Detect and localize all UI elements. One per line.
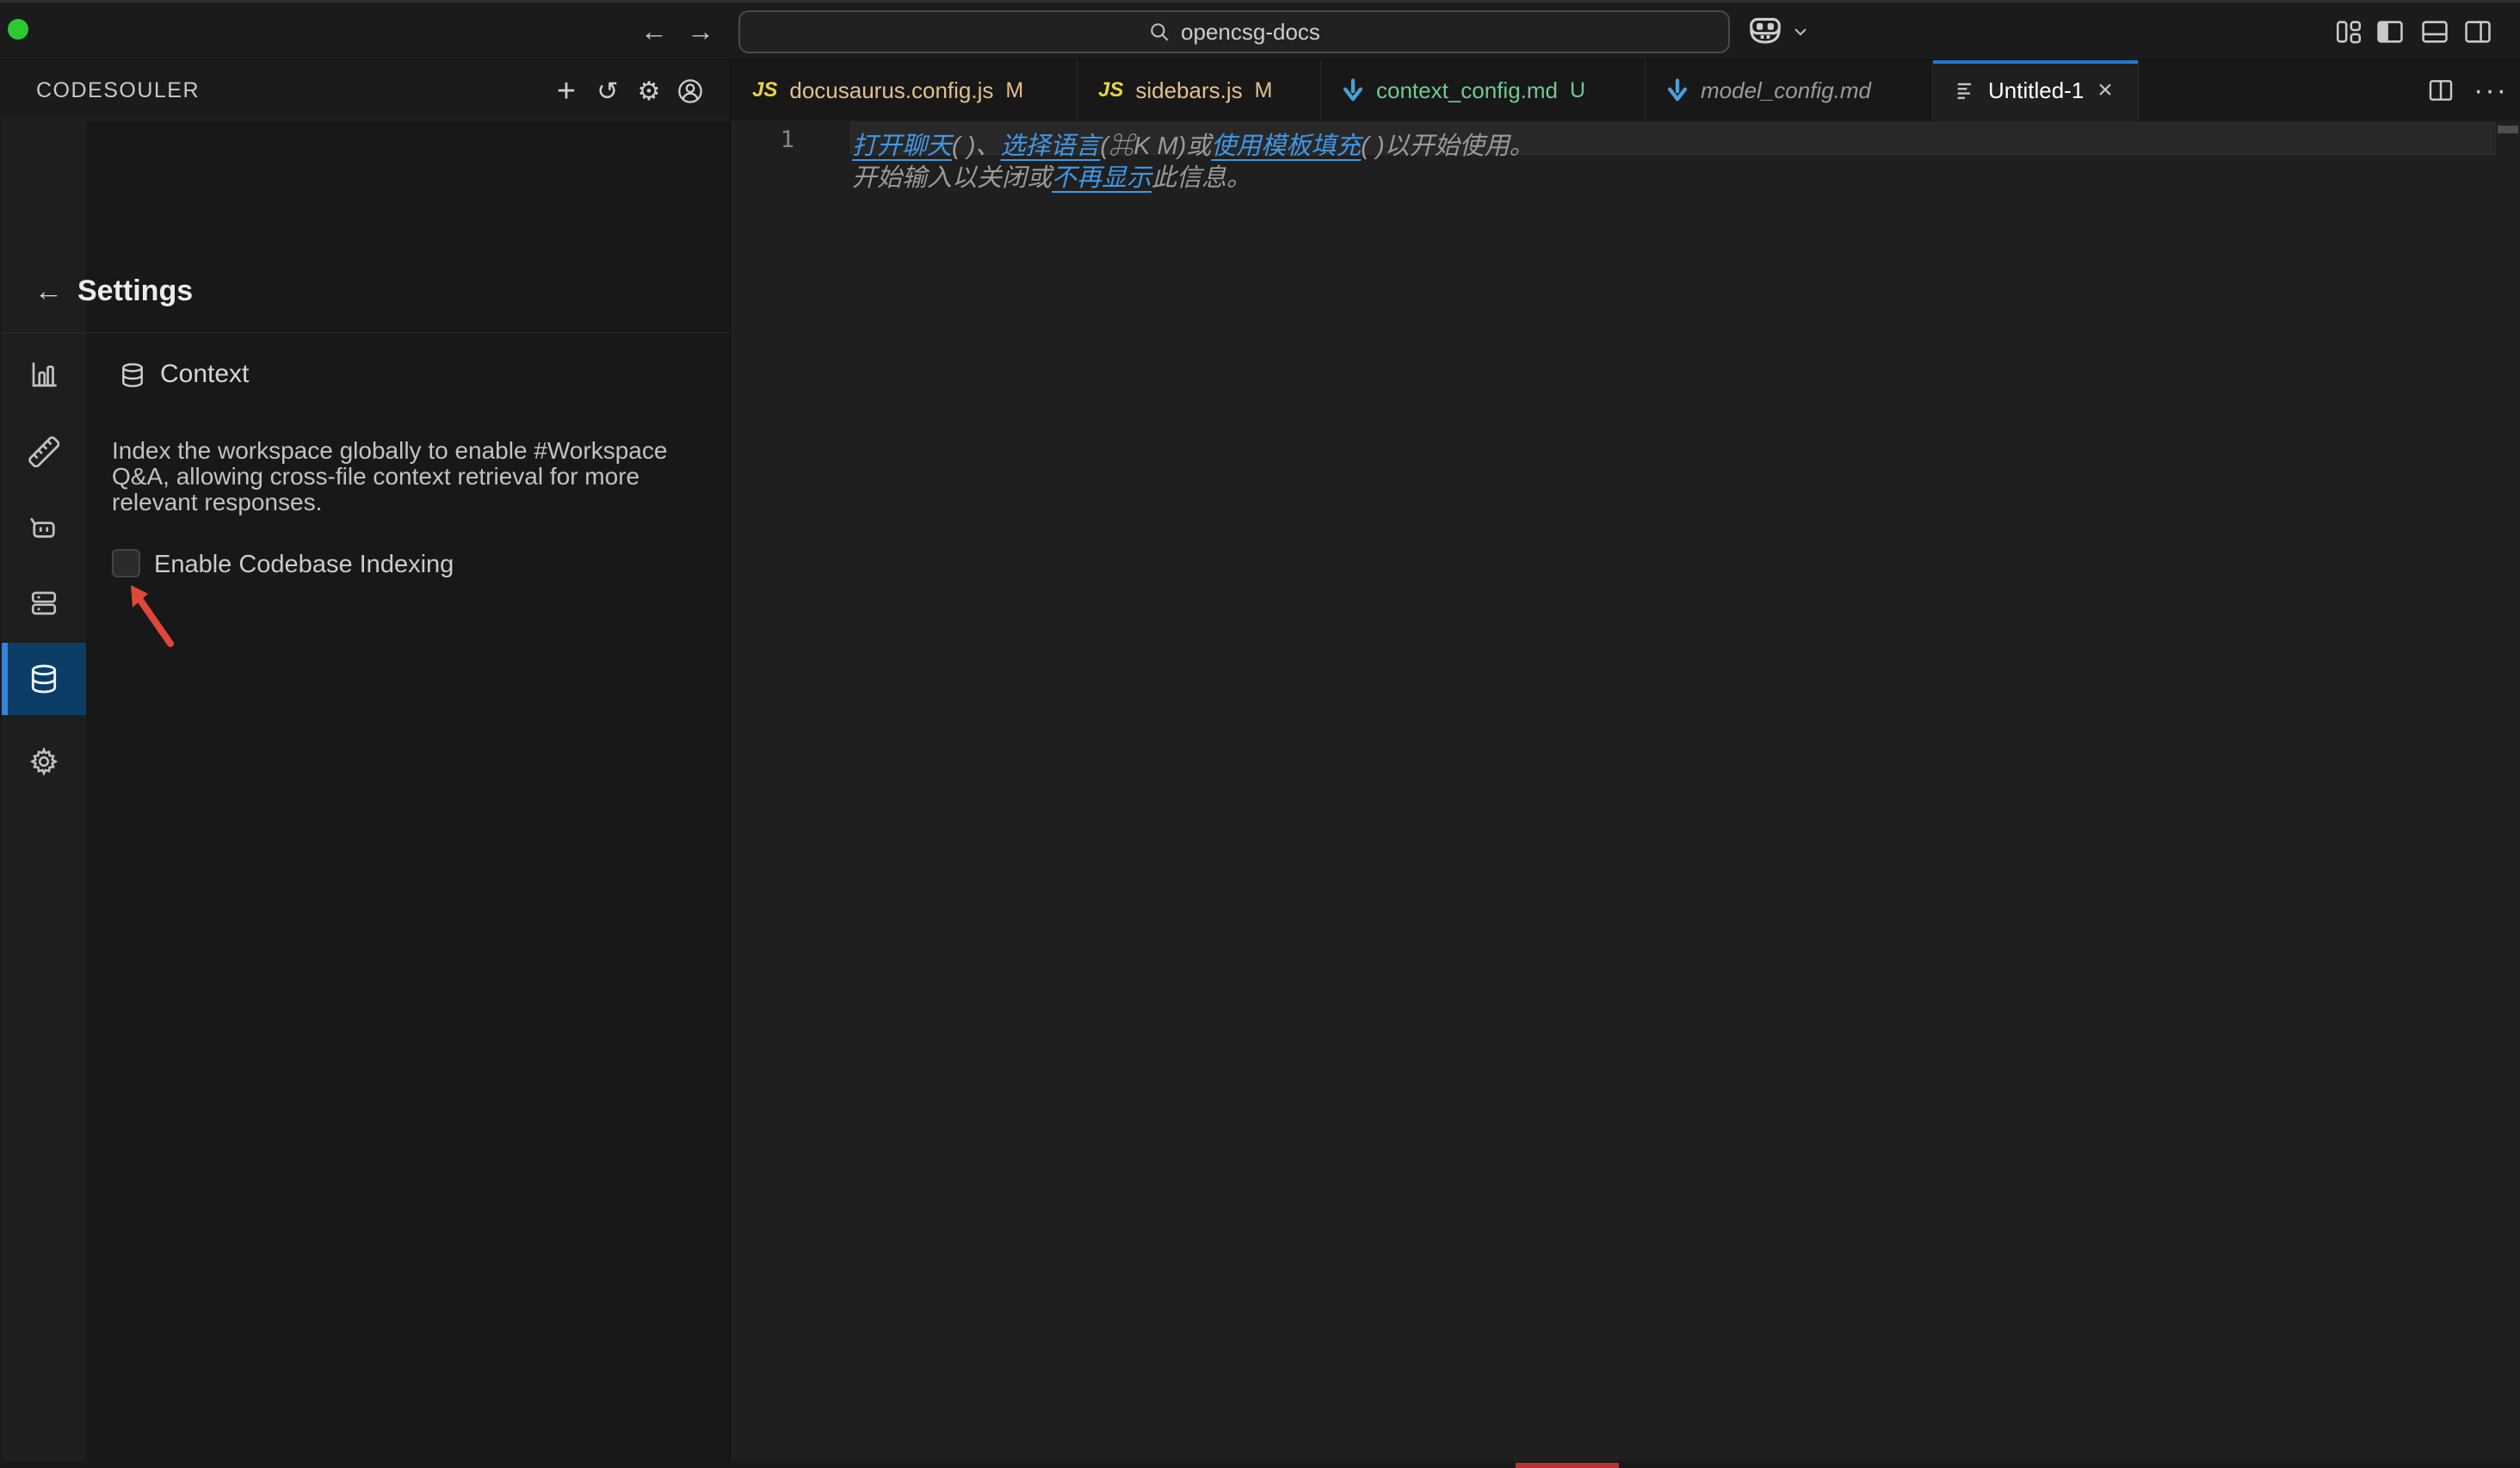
- rail-item-robot-icon[interactable]: [2, 491, 86, 564]
- settings-divider: [0, 332, 730, 333]
- tab-bar-actions: ···: [2427, 60, 2508, 120]
- git-modified-badge: M: [1005, 78, 1023, 103]
- sidebar-header: CODESOULER + ↺ ⚙: [0, 61, 730, 120]
- git-untracked-badge: U: [1570, 78, 1585, 103]
- plaintext-file-icon: [1954, 79, 1976, 102]
- copilot-menu[interactable]: [1747, 15, 1809, 49]
- nav-forward-button[interactable]: →: [682, 3, 720, 60]
- rail-item-server-icon[interactable]: [2, 567, 86, 639]
- settings-page-title: Settings: [77, 274, 193, 308]
- red-arrow-annotation: [110, 573, 196, 659]
- markdown-file-icon: [1342, 78, 1364, 102]
- tab-model-config-md[interactable]: model_config.md: [1646, 60, 1933, 120]
- tab-label: context_config.md: [1376, 77, 1558, 104]
- history-icon[interactable]: ↺: [592, 76, 623, 107]
- git-modified-badge: M: [1255, 78, 1273, 103]
- split-editor-icon[interactable]: [2427, 77, 2455, 104]
- editor-tab-bar: JS docusaurus.config.js M JS sidebars.js…: [731, 60, 2520, 120]
- tab-context-config-md[interactable]: context_config.md U: [1321, 60, 1646, 120]
- toggle-primary-sidebar-icon[interactable]: [2375, 17, 2405, 46]
- search-icon: [1148, 21, 1170, 43]
- toggle-secondary-sidebar-icon[interactable]: [2463, 17, 2492, 46]
- red-underline-annotation: [1516, 1463, 1619, 1468]
- tab-sidebars-js[interactable]: JS sidebars.js M: [1078, 60, 1321, 120]
- account-icon[interactable]: [675, 76, 706, 107]
- line-number: 1: [739, 126, 794, 153]
- close-tab-icon[interactable]: ×: [2097, 77, 2113, 103]
- nav-back-button[interactable]: ←: [635, 3, 673, 60]
- editor-scrollbar-thumb[interactable]: [2498, 126, 2518, 133]
- rail-item-bar-chart-icon[interactable]: [2, 339, 86, 411]
- js-file-icon: JS: [752, 78, 777, 102]
- editor-pane[interactable]: 1 打开聊天( )、选择语言(⌘K M)或使用模板填充( )以开始使用。 开始输…: [731, 120, 2520, 1468]
- tab-label: sidebars.js: [1135, 77, 1242, 104]
- markdown-file-icon: [1666, 78, 1689, 102]
- window-bottom-edge: [0, 1461, 2520, 1468]
- tab-label: docusaurus.config.js: [789, 77, 993, 104]
- command-center-search[interactable]: opencsg-docs: [738, 10, 1730, 53]
- chevron-down-icon: [1792, 26, 1809, 38]
- more-actions-icon[interactable]: ···: [2474, 74, 2508, 108]
- traffic-light-green[interactable]: [8, 19, 28, 40]
- back-arrow-icon[interactable]: ←: [34, 274, 69, 308]
- context-description: Index the workspace globally to enable #…: [112, 438, 687, 515]
- app-window: ← → opencsg-docs: [0, 0, 2520, 1468]
- enable-codebase-indexing-label[interactable]: Enable Codebase Indexing: [154, 551, 454, 579]
- database-icon: [119, 361, 148, 391]
- toggle-panel-icon[interactable]: [2420, 17, 2449, 46]
- customize-layout-icon[interactable]: [2334, 17, 2363, 46]
- ghost-text-line-1[interactable]: 打开聊天( )、选择语言(⌘K M)或使用模板填充( )以开始使用。: [852, 126, 1535, 162]
- rail-item-gear-icon[interactable]: [2, 725, 86, 798]
- ghost-text-line-2[interactable]: 开始输入以关闭或不再显示此信息。: [852, 157, 1251, 194]
- new-chat-button[interactable]: +: [551, 76, 582, 107]
- settings-category-rail: [2, 120, 86, 1468]
- tab-untitled-1[interactable]: Untitled-1 ×: [1933, 60, 2139, 120]
- search-value: opencsg-docs: [1181, 19, 1320, 46]
- rail-item-database-icon[interactable]: [2, 643, 86, 715]
- tab-docusaurus-config-js[interactable]: JS docusaurus.config.js M: [732, 60, 1078, 120]
- js-file-icon: JS: [1098, 78, 1123, 102]
- settings-panel: ← Settings Context Index the workspace g…: [0, 120, 730, 1468]
- tab-label: model_config.md: [1701, 77, 1871, 104]
- copilot-icon: [1747, 16, 1783, 47]
- rail-item-ruler-icon[interactable]: [2, 416, 86, 488]
- settings-gear-icon[interactable]: ⚙: [633, 76, 664, 107]
- section-heading-context: Context: [160, 360, 249, 389]
- title-bar: ← → opencsg-docs: [0, 0, 2520, 60]
- extension-title: CODESOULER: [36, 61, 200, 120]
- tab-label: Untitled-1: [1988, 77, 2084, 104]
